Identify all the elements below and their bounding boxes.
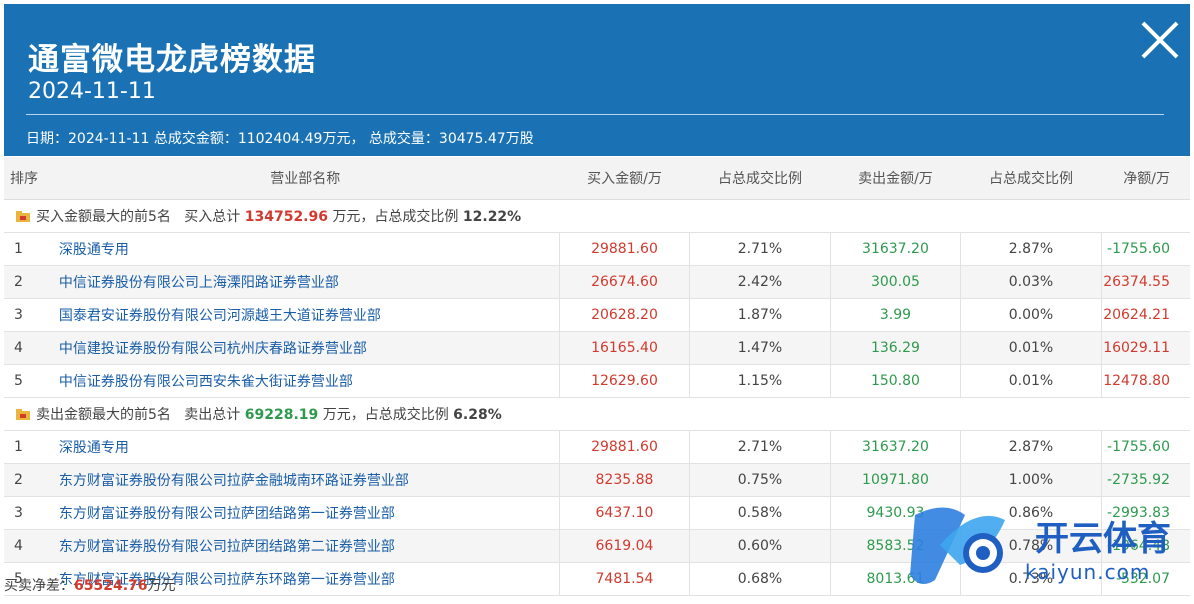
- buy-amount-cell: 29881.60: [559, 430, 690, 464]
- rank-cell: 5: [4, 364, 51, 398]
- folder-icon: [16, 409, 30, 420]
- sell-ratio-cell: 0.01%: [960, 364, 1103, 398]
- broker-name-link[interactable]: 中信证券股份有限公司上海溧阳路证券营业部: [50, 265, 561, 299]
- buy-ratio-cell: 2.71%: [689, 232, 832, 266]
- col-rank: 排序: [4, 157, 51, 200]
- net-amount-cell: 20624.21: [1101, 298, 1190, 332]
- col-sell: 卖出金额/万: [830, 157, 961, 200]
- svg-text:开云体育: 开云体育: [1035, 519, 1171, 559]
- sell-ratio-cell: 0.00%: [960, 298, 1103, 332]
- table-row: 4 中信建投证券股份有限公司杭州庆春路证券营业部 16165.40 1.47% 136.…: [4, 331, 1190, 365]
- net-amount-cell: 12478.80: [1101, 364, 1190, 398]
- rank-cell: 1: [4, 232, 51, 266]
- net-difference: 买卖净差：65524.76万元: [4, 578, 176, 594]
- sell-amount-cell: 150.80: [830, 364, 961, 398]
- group-row-sell: 卖出金额最大的前5名 卖出总计 69228.19 万元，占总成交比例 6.28%: [4, 397, 1190, 431]
- buy-ratio-cell: 0.58%: [689, 496, 832, 530]
- buy-amount-cell: 16165.40: [559, 331, 690, 365]
- net-amount-cell: -2735.92: [1101, 463, 1190, 497]
- broker-name-link[interactable]: 国泰君安证券股份有限公司河源越王大道证券营业部: [50, 298, 561, 332]
- buy-ratio-cell: 0.75%: [689, 463, 832, 497]
- buy-amount-cell: 7481.54: [559, 562, 690, 596]
- close-button[interactable]: [1138, 18, 1182, 62]
- sell-ratio-cell: 0.01%: [960, 331, 1103, 365]
- net-amount-cell: 26374.55: [1101, 265, 1190, 299]
- buy-amount-cell: 12629.60: [559, 364, 690, 398]
- table-header-row: 排序 营业部名称 买入金额/万 占总成交比例 卖出金额/万 占总成交比例 净额/…: [4, 157, 1190, 200]
- col-buy: 买入金额/万: [559, 157, 690, 200]
- col-sell-pct: 占总成交比例: [960, 157, 1102, 200]
- sell-amount-cell: 3.99: [830, 298, 961, 332]
- sell-ratio-cell: 1.00%: [960, 463, 1103, 497]
- sell-amount-cell: 300.05: [830, 265, 961, 299]
- table-row: 5 中信证券股份有限公司西安朱雀大街证券营业部 12629.60 1.15% 150.8…: [4, 364, 1190, 398]
- buy-amount-cell: 8235.88: [559, 463, 690, 497]
- net-amount-cell: -1755.60: [1101, 232, 1190, 266]
- header-divider: [26, 114, 1164, 115]
- table-row: 1 深股通专用 29881.60 2.71% 31637.20 2.87% -1755.60: [4, 430, 1190, 464]
- net-amount-cell: -1755.60: [1101, 430, 1190, 464]
- broker-name-link[interactable]: 深股通专用: [50, 232, 561, 266]
- table-row: 3 国泰君安证券股份有限公司河源越王大道证券营业部 20628.20 1.87% 3.9…: [4, 298, 1190, 332]
- broker-name-link[interactable]: 深股通专用: [50, 430, 561, 464]
- sell-ratio-cell: 2.87%: [960, 430, 1103, 464]
- net-amount-cell: 16029.11: [1101, 331, 1190, 365]
- sell-ratio-cell: 2.87%: [960, 232, 1103, 266]
- buy-ratio-cell: 2.42%: [689, 265, 832, 299]
- broker-name-link[interactable]: 中信证券股份有限公司西安朱雀大街证券营业部: [50, 364, 561, 398]
- buy-ratio-cell: 1.15%: [689, 364, 832, 398]
- rank-cell: 4: [4, 331, 51, 365]
- buy-amount-cell: 20628.20: [559, 298, 690, 332]
- rank-cell: 2: [4, 463, 51, 497]
- rank-cell: 3: [4, 496, 51, 530]
- buy-ratio-cell: 0.68%: [689, 562, 832, 596]
- sell-amount-cell: 31637.20: [830, 430, 961, 464]
- kaiyun-logo-icon: 开云体育 kaiyun.com: [910, 507, 1171, 584]
- rank-cell: 2: [4, 265, 51, 299]
- header-panel: 通富微电龙虎榜数据 2024-11-11 日期：2024-11-11 总成交金额…: [4, 4, 1190, 156]
- broker-name-link[interactable]: 东方财富证券股份有限公司拉萨团结路第一证券营业部: [50, 496, 561, 530]
- sell-ratio-cell: 0.03%: [960, 265, 1103, 299]
- col-name: 营业部名称: [50, 157, 560, 200]
- buy-ratio-cell: 1.47%: [689, 331, 832, 365]
- table-row: 2 中信证券股份有限公司上海溧阳路证券营业部 26674.60 2.42% 300.05…: [4, 265, 1190, 299]
- sell-amount-cell: 136.29: [830, 331, 961, 365]
- buy-ratio-cell: 1.87%: [689, 298, 832, 332]
- table-row: 1 深股通专用 29881.60 2.71% 31637.20 2.87% -1755.60: [4, 232, 1190, 266]
- close-icon: [1141, 21, 1179, 59]
- sell-amount-cell: 10971.80: [830, 463, 961, 497]
- table-row: 2 东方财富证券股份有限公司拉萨金融城南环路证券营业部 8235.88 0.75% 10…: [4, 463, 1190, 497]
- buy-amount-cell: 26674.60: [559, 265, 690, 299]
- broker-name-link[interactable]: 东方财富证券股份有限公司拉萨金融城南环路证券营业部: [50, 463, 561, 497]
- rank-cell: 4: [4, 529, 51, 563]
- page-subtitle-date: 2024-11-11: [28, 79, 156, 104]
- group-row-buy: 买入金额最大的前5名 买入总计 134752.96 万元，占总成交比例 12.2…: [4, 199, 1190, 233]
- sell-amount-cell: 31637.20: [830, 232, 961, 266]
- broker-name-link[interactable]: 中信建投证券股份有限公司杭州庆春路证券营业部: [50, 331, 561, 365]
- col-buy-pct: 占总成交比例: [689, 157, 831, 200]
- buy-amount-cell: 29881.60: [559, 232, 690, 266]
- broker-name-link[interactable]: 东方财富证券股份有限公司拉萨团结路第二证券营业部: [50, 529, 561, 563]
- rank-cell: 1: [4, 430, 51, 464]
- col-net: 净额/万: [1101, 157, 1190, 200]
- buy-amount-cell: 6437.10: [559, 496, 690, 530]
- folder-icon: [16, 211, 30, 222]
- rank-cell: 3: [4, 298, 51, 332]
- buy-ratio-cell: 2.71%: [689, 430, 832, 464]
- buy-amount-cell: 6619.04: [559, 529, 690, 563]
- watermark-logo: 开云体育 kaiyun.com: [905, 495, 1194, 595]
- svg-text:kaiyun.com: kaiyun.com: [1025, 560, 1150, 584]
- page-title: 通富微电龙虎榜数据: [28, 42, 316, 78]
- summary-line: 日期：2024-11-11 总成交金额：1102404.49万元， 总成交量：3…: [26, 131, 534, 147]
- buy-ratio-cell: 0.60%: [689, 529, 832, 563]
